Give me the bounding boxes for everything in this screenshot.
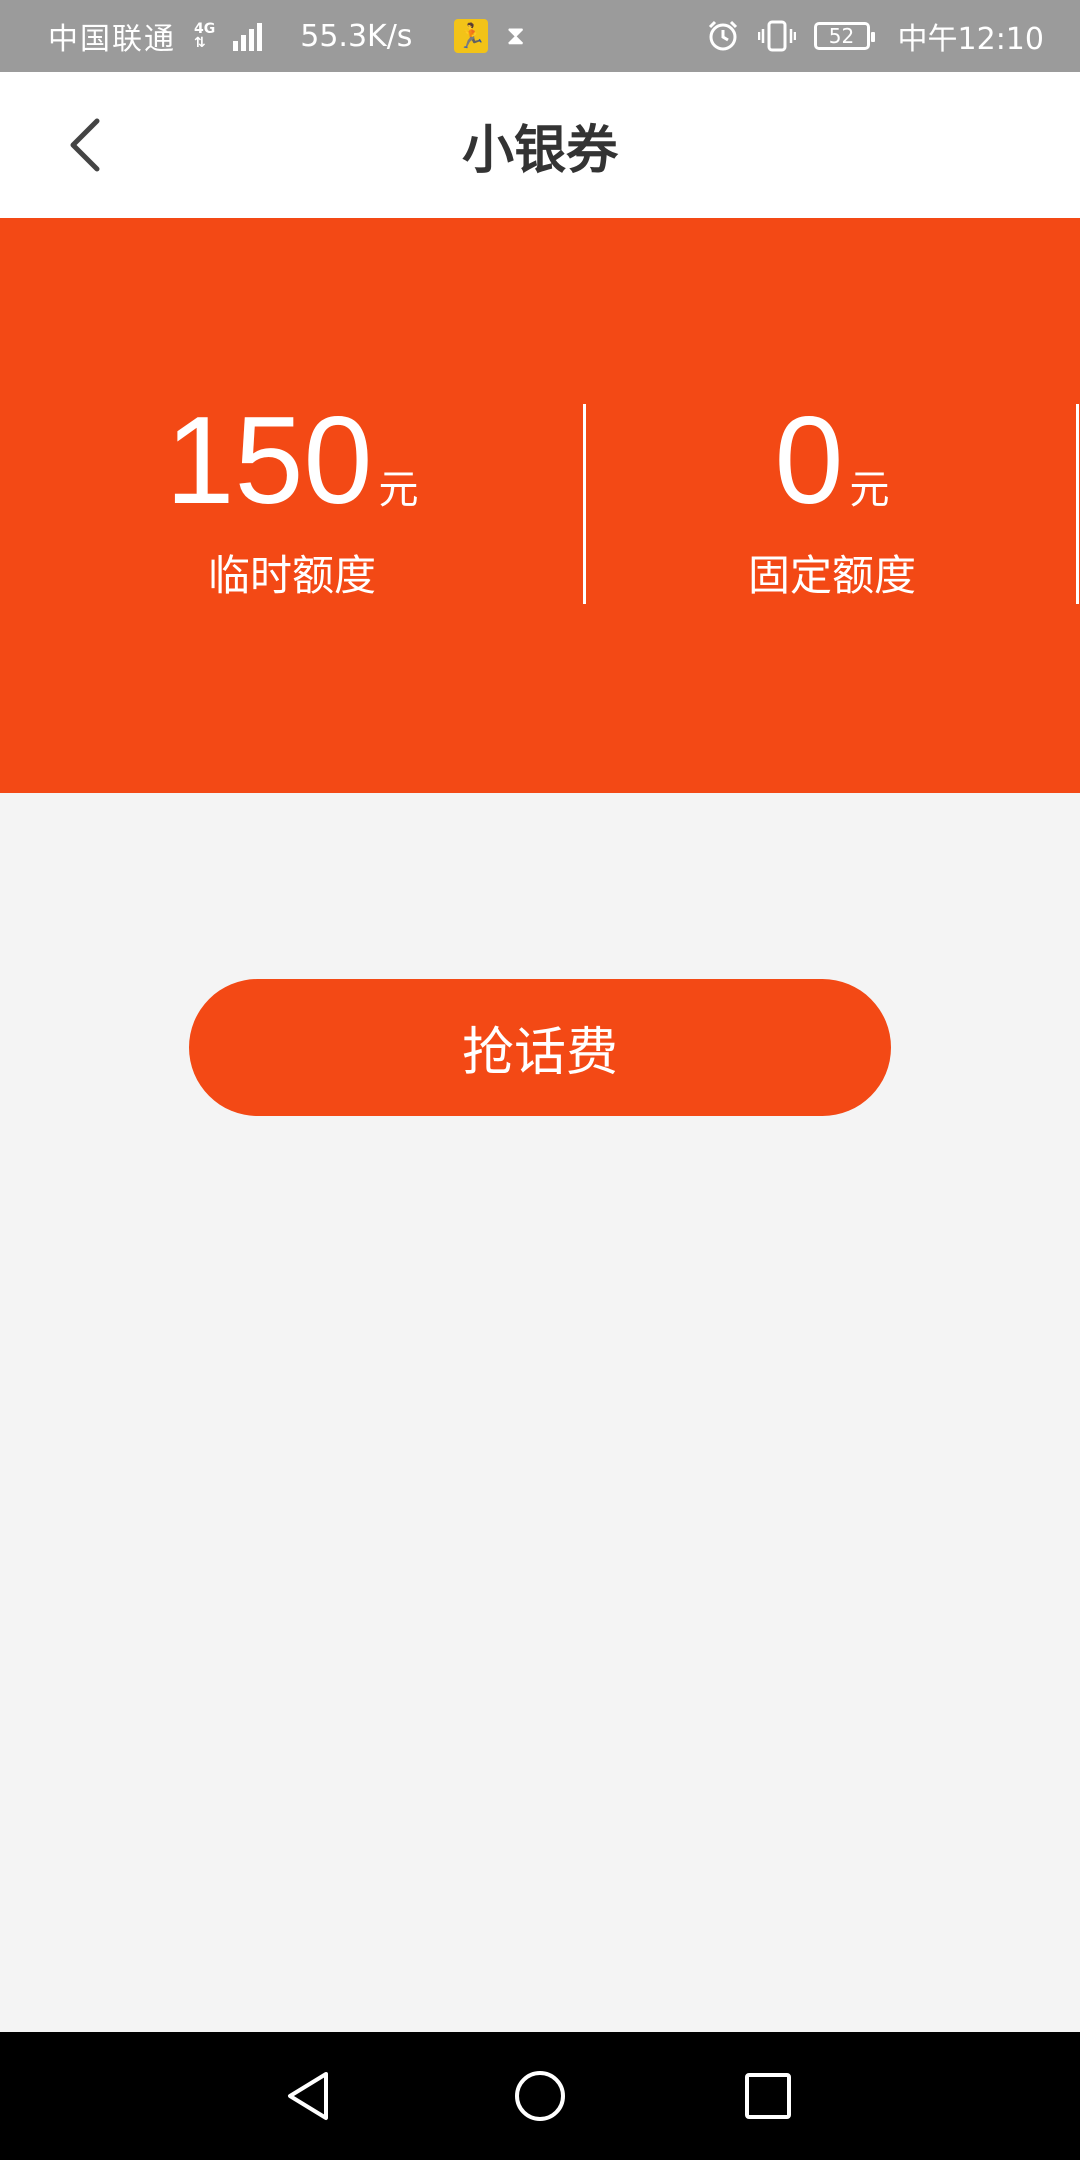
fixed-quota-label: 固定额度 [747,551,916,600]
triangle-back-icon [288,2072,328,2120]
temporary-quota-label: 临时额度 [207,551,376,600]
running-app-icon: 🏃 [454,19,489,53]
temporary-quota-unit: 元 [378,467,419,513]
nav-home-button[interactable] [508,2064,572,2128]
vibrate-icon [757,20,796,52]
network-sub-label: ⇅ [194,35,206,51]
stat-divider-edge [1076,404,1079,604]
temporary-quota-value-row: 150 元 [142,396,442,526]
nav-back-button[interactable] [276,2064,340,2128]
battery-icon: 52 [813,22,875,50]
carrier-name: 中国联通 [48,22,176,57]
grab-phone-credit-button[interactable]: 抢话费 [189,979,891,1116]
nav-recent-button[interactable] [736,2064,800,2128]
status-bar: 中国联通 4G ⇅ 55.3K/s 🏃 ⧗ 52 中午12:10 [0,0,1080,72]
status-right: 52 中午12:10 [706,14,1044,58]
page-title: 小银券 [461,120,618,181]
status-left: 中国联通 4G ⇅ 55.3K/s 🏃 ⧗ [48,14,525,58]
square-recent-icon [745,2073,791,2119]
quota-banner: 150 元 临时额度 0 元 固定额度 [0,218,1080,793]
network-speed: 55.3K/s [300,18,413,54]
back-button[interactable] [40,100,130,190]
system-nav-bar [0,2032,1080,2160]
signal-icon [233,21,263,51]
temporary-quota: 150 元 临时额度 [142,396,442,603]
clock: 中午12:10 [897,22,1044,57]
network-type-label: 4G [194,21,216,37]
screen: 中国联通 4G ⇅ 55.3K/s 🏃 ⧗ 52 中午12:10 小银券 150… [0,0,1080,2160]
alarm-icon [708,20,737,51]
fixed-quota-value: 0 [774,392,844,530]
battery-level: 52 [828,24,855,48]
hourglass-icon: ⧗ [506,20,525,51]
stat-divider [583,404,586,604]
network-type: 4G ⇅ [194,22,215,50]
fixed-quota-unit: 元 [849,467,890,513]
chevron-left-icon [70,118,100,172]
fixed-quota-value-row: 0 元 [682,396,982,526]
circle-home-icon [515,2071,565,2121]
fixed-quota: 0 元 固定额度 [682,396,982,603]
temporary-quota-value: 150 [165,392,373,530]
app-header: 小银券 [0,72,1080,218]
